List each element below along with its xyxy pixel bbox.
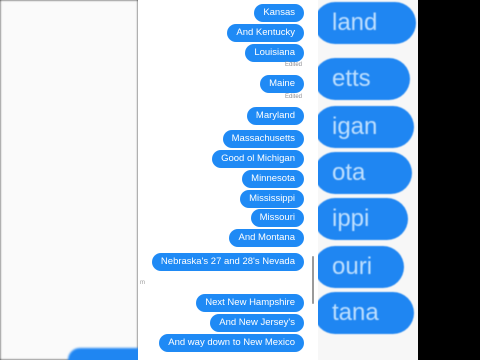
messages-screen[interactable]: Kansas And Kentucky Louisiana Edited Mai… <box>138 0 318 360</box>
blurred-bubble: ippi <box>314 198 408 240</box>
message-row: Maryland <box>246 105 304 125</box>
message-bubble[interactable]: Mississippi <box>240 190 304 208</box>
message-bubble[interactable]: Maryland <box>246 107 304 125</box>
message-bubble[interactable]: Missouri <box>250 209 304 227</box>
message-row: Kansas <box>254 2 304 22</box>
message-bubble[interactable]: Massachusetts <box>222 130 304 148</box>
message-row: Minnesota <box>242 168 304 188</box>
message-bubble[interactable]: And Kentucky <box>227 24 304 42</box>
message-row: Nebraska's 27 and 28's Nevada <box>151 251 304 271</box>
edited-label: Edited <box>284 62 302 68</box>
message-bubble[interactable]: And New Jersey's <box>210 314 304 332</box>
blurred-right-panel: land etts igan ota ippi ouri tana <box>314 0 418 360</box>
cropped-text-fragment: m <box>140 280 145 286</box>
message-bubble[interactable]: Good ol Michigan <box>212 150 304 168</box>
message-bubble[interactable]: And Montana <box>229 229 304 247</box>
edited-label: Edited <box>284 94 302 100</box>
blurred-bubble: land <box>314 2 416 44</box>
blurred-bubble: igan <box>314 106 414 148</box>
message-bubble[interactable]: Louisiana <box>245 44 304 62</box>
message-bubble[interactable]: Minnesota <box>242 170 304 188</box>
message-row: Massachusetts <box>222 128 304 148</box>
blurred-bubble: ouri <box>314 246 404 288</box>
message-row: Missouri <box>250 207 304 227</box>
blurred-bubble: ota <box>314 152 412 194</box>
blurred-left-panel <box>0 0 138 360</box>
message-row: And Montana <box>229 227 304 247</box>
dark-edge <box>418 0 480 360</box>
message-row: Louisiana <box>245 42 304 62</box>
message-bubble[interactable]: Maine <box>260 75 304 93</box>
blurred-bubble: tana <box>314 292 414 334</box>
message-row: And Kentucky <box>227 22 304 42</box>
message-row: And New Jersey's <box>210 312 304 332</box>
message-row: Good ol Michigan <box>212 148 304 168</box>
blurred-bubble: etts <box>314 58 410 100</box>
scrollbar[interactable] <box>312 256 314 304</box>
message-row: And way down to New Mexico <box>159 332 304 352</box>
message-bubble[interactable]: Kansas <box>254 4 304 22</box>
message-bubble[interactable]: Nebraska's 27 and 28's Nevada <box>151 253 304 271</box>
message-bubble[interactable]: Next New Hampshire <box>196 294 304 312</box>
message-row: Maine <box>260 73 304 93</box>
message-row: Mississippi <box>240 188 304 208</box>
message-bubble[interactable]: And way down to New Mexico <box>159 334 304 352</box>
message-row: Next New Hampshire <box>196 292 304 312</box>
